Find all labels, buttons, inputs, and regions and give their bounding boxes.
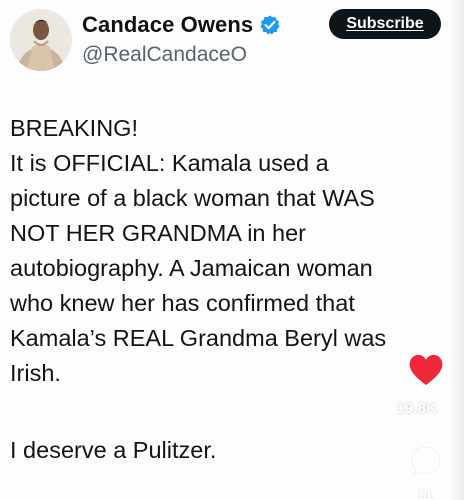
post-line: It is OFFICIAL: Kamala used a — [10, 150, 329, 176]
post-closing-line: I deserve a Pulitzer. — [10, 437, 217, 463]
user-handle[interactable]: @RealCandaceO — [82, 43, 247, 67]
comment-count: 11 — [417, 487, 433, 500]
like-count: 19.8K — [396, 400, 438, 417]
comment-bubble-icon[interactable] — [408, 443, 444, 479]
post-line: BREAKING! — [10, 115, 138, 141]
post-line: who knew her has confirmed that — [10, 290, 355, 316]
profile-photo — [10, 9, 72, 71]
post-line: Kamala’s REAL Grandma Beryl was — [10, 325, 387, 351]
post-line: NOT HER GRANDMA in her — [10, 220, 306, 246]
verified-badge-icon — [259, 14, 281, 36]
post-line: Irish. — [10, 360, 61, 386]
post-line: picture of a black woman that WAS — [10, 185, 375, 211]
tweet-screenshot: Candace Owens @RealCandaceO Subscribe BR… — [0, 0, 464, 500]
subscribe-button[interactable]: Subscribe — [329, 9, 441, 39]
author-name-row: Candace Owens — [82, 10, 281, 40]
post-text: BREAKING! It is OFFICIAL: Kamala used a … — [10, 111, 456, 468]
display-name[interactable]: Candace Owens — [82, 12, 253, 38]
avatar[interactable] — [10, 9, 72, 71]
heart-icon[interactable] — [406, 350, 446, 390]
post-line: autobiography. A Jamaican woman — [10, 255, 373, 281]
